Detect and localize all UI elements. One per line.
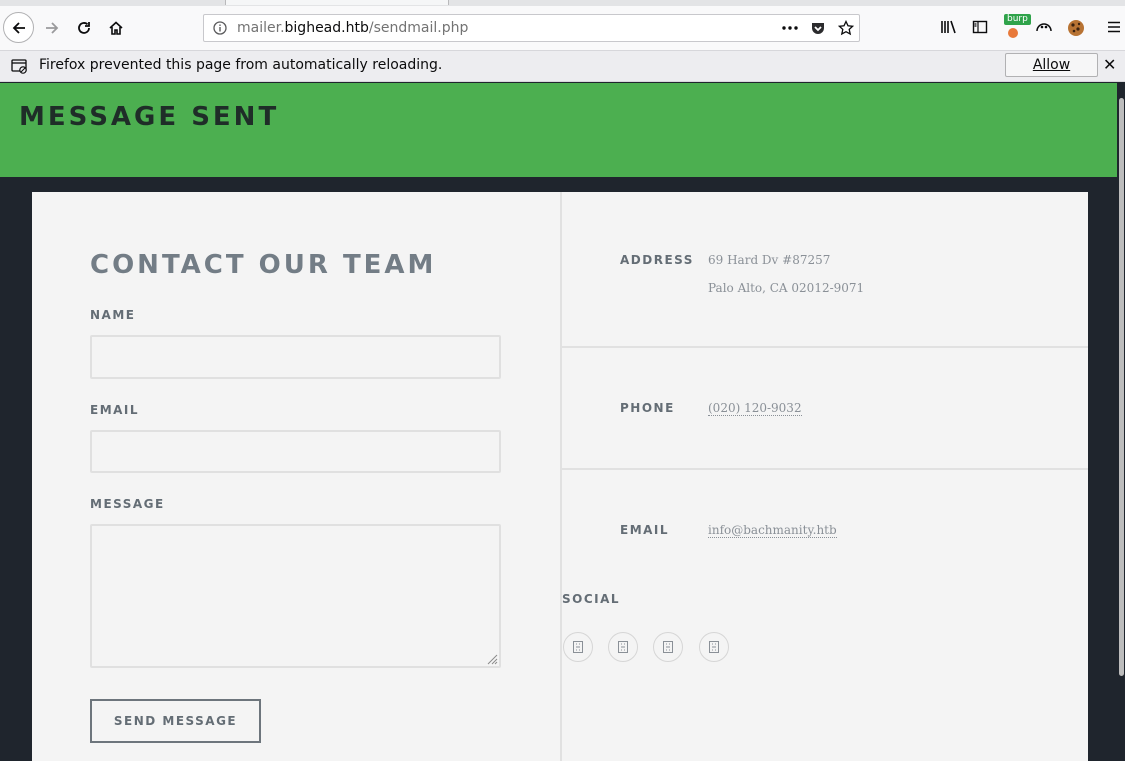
allow-button[interactable]: Allow [1005,53,1098,77]
resize-grip-icon[interactable] [486,653,498,665]
reload-notification-bar: Firefox prevented this page from automat… [0,51,1125,82]
name-label: NAME [90,308,136,322]
library-icon[interactable] [940,19,958,39]
social-link-2[interactable] [608,632,638,662]
hamburger-menu-icon[interactable] [1106,19,1122,39]
name-input[interactable] [90,335,501,379]
url-prefix: mailer. [237,20,285,36]
navigation-toolbar: mailer.bighead.htb/sendmail.php burp [0,6,1125,51]
banner-title: MESSAGE SENT [19,102,280,132]
address-label: ADDRESS [620,253,694,267]
contact-title: CONTACT OUR TEAM [90,250,437,280]
missing-glyph-icon [618,641,628,653]
missing-glyph-icon [663,641,673,653]
forward-arrow-icon [46,22,59,34]
pocket-icon[interactable] [810,20,826,40]
back-button[interactable] [3,12,34,43]
email-label: EMAIL [90,403,140,417]
social-label: SOCIAL [562,592,621,606]
burp-icon[interactable] [1006,24,1020,43]
home-button[interactable] [101,13,131,43]
missing-glyph-icon [573,641,583,653]
social-link-4[interactable] [699,632,729,662]
more-dots-icon[interactable] [781,20,799,40]
page-scrollbar[interactable] [1117,82,1125,761]
cookie-icon[interactable] [1067,19,1085,41]
star-icon[interactable] [837,19,855,40]
url-host: bighead.htb [284,20,369,36]
scrollbar-thumb[interactable] [1119,98,1124,676]
back-arrow-icon [12,21,25,34]
notification-icon [11,58,28,78]
sidebar-icon[interactable] [972,19,988,39]
contact-card: CONTACT OUR TEAM NAME EMAIL MESSAGE SEND… [32,192,1088,761]
address-divider [562,346,1088,348]
social-link-1[interactable] [563,632,593,662]
url-text[interactable]: mailer.bighead.htb/sendmail.php [237,20,468,36]
email-info-label: EMAIL [620,523,670,537]
social-link-3[interactable] [653,632,683,662]
notification-message: Firefox prevented this page from automat… [39,57,443,73]
home-icon [109,21,123,35]
phone-link[interactable]: (020) 120-9032 [708,401,802,416]
address-line-2: Palo Alto, CA 02012-9071 [708,281,865,295]
phone-label: PHONE [620,401,675,415]
email-link[interactable]: info@bachmanity.htb [708,523,837,538]
missing-glyph-icon [709,641,719,653]
phone-divider [562,468,1088,470]
close-notification-button[interactable]: ✕ [1103,55,1116,74]
address-line-1: 69 Hard Dv #87257 [708,253,831,267]
reload-button[interactable] [69,13,99,43]
forward-button[interactable] [37,13,67,43]
message-label: MESSAGE [90,497,165,511]
column-divider [560,192,562,761]
url-bar[interactable]: mailer.bighead.htb/sendmail.php [203,14,860,42]
message-sent-banner: MESSAGE SENT [0,83,1117,177]
reload-icon [78,22,90,34]
send-message-button[interactable]: SEND MESSAGE [90,699,261,743]
browser-tab[interactable] [225,0,449,5]
info-icon[interactable] [213,21,227,39]
email-input[interactable] [90,430,501,473]
cookie-monster-icon[interactable] [1035,19,1053,39]
message-textarea[interactable] [90,524,501,668]
url-path: /sendmail.php [368,20,469,36]
